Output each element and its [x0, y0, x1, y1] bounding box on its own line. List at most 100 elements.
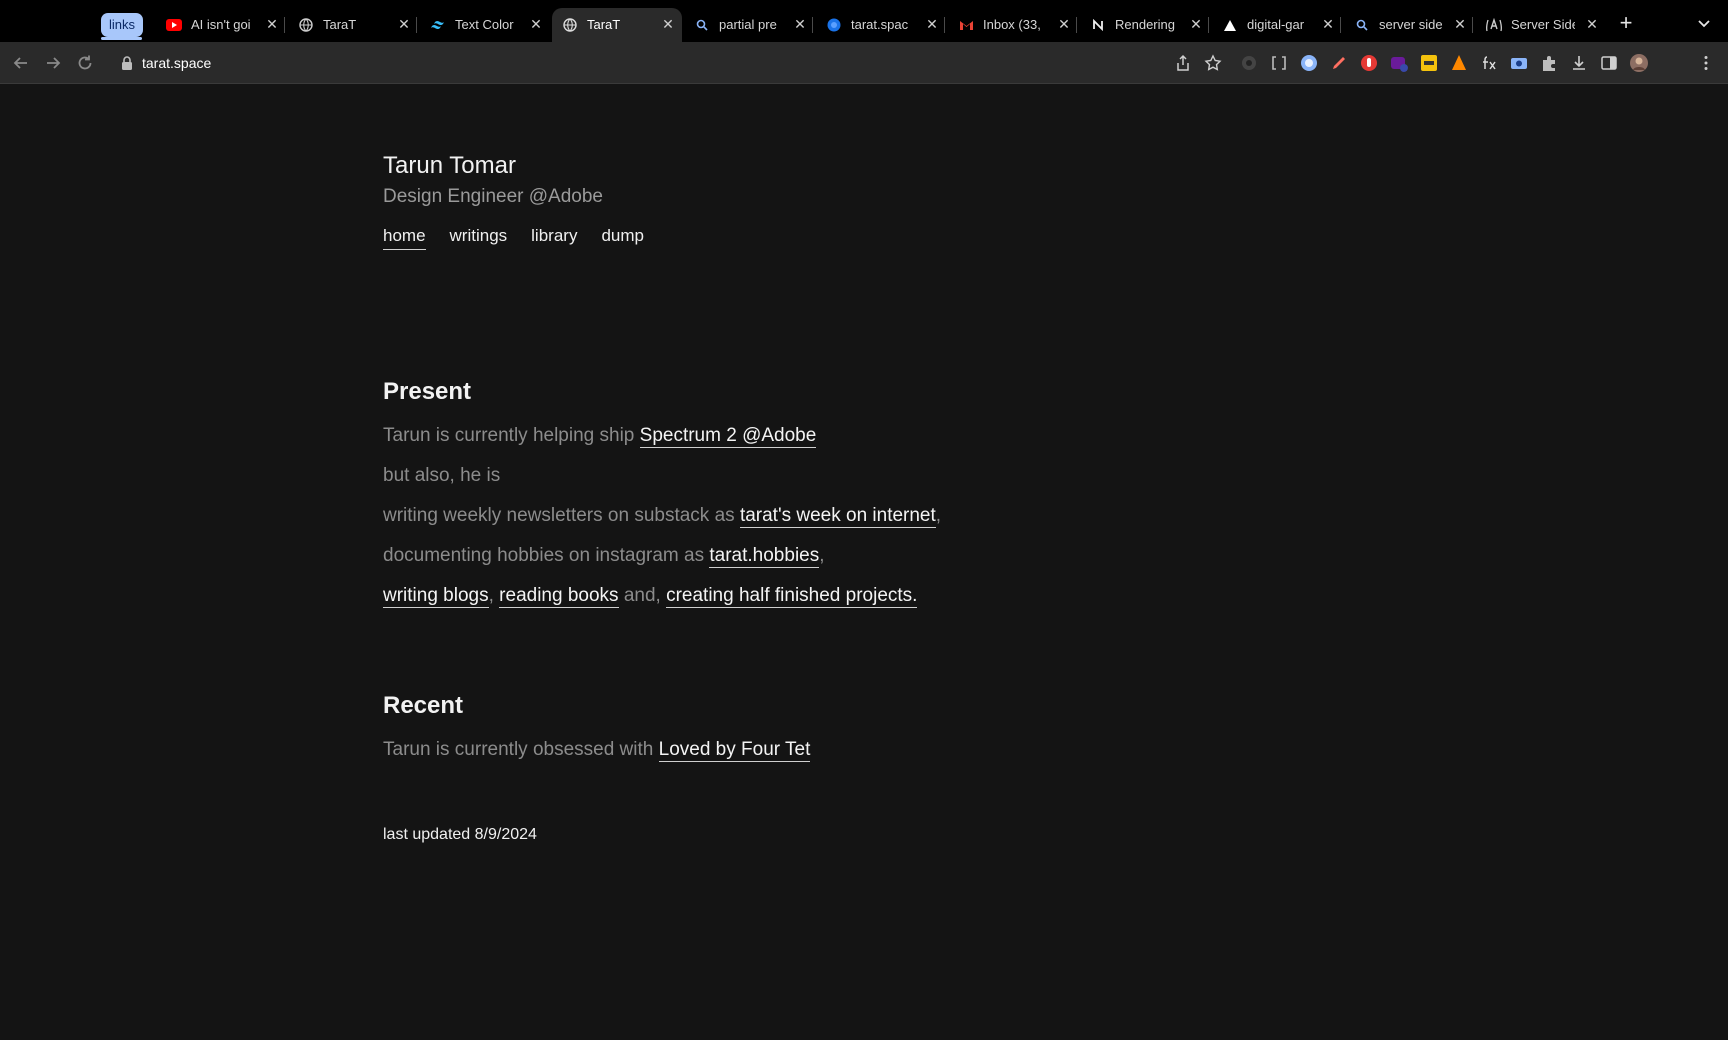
close-icon[interactable]: ✕: [1188, 16, 1204, 32]
nav-dump[interactable]: dump: [601, 226, 644, 250]
reload-icon[interactable]: [74, 52, 96, 74]
tab-title: Rendering: [1115, 17, 1175, 32]
globe-icon: [562, 17, 578, 33]
tab-title: TaraT: [587, 17, 621, 32]
tab-title: digital-gar: [1247, 17, 1305, 32]
astro-icon: [1486, 17, 1502, 33]
share-icon[interactable]: [1174, 54, 1192, 72]
present-line: but also, he is: [383, 465, 501, 486]
web-page: Tarun Tomar Design Engineer @Adobe home …: [0, 84, 1728, 1040]
nav-writings[interactable]: writings: [450, 226, 508, 250]
tab-server-side-astro[interactable]: Server Side ✕: [1476, 8, 1606, 42]
extension-dark-icon[interactable]: [1240, 54, 1258, 72]
browser-toolbar: tarat.space: [0, 42, 1728, 84]
vercel-icon: [1222, 17, 1238, 33]
globe-icon: [298, 17, 314, 33]
newsletter-link[interactable]: tarat's week on internet: [739, 505, 936, 528]
present-heading: Present: [383, 378, 472, 405]
extension-camera-icon[interactable]: [1510, 54, 1528, 72]
address-bar[interactable]: tarat.space: [112, 47, 1212, 79]
close-icon[interactable]: ✕: [1320, 16, 1336, 32]
tab-separator: [812, 17, 813, 33]
close-icon[interactable]: ✕: [1584, 16, 1600, 32]
close-icon[interactable]: ✕: [264, 16, 280, 32]
present-line: documenting hobbies on instagram as tara…: [383, 545, 825, 568]
present-line: writing blogs, reading books and, creati…: [383, 585, 918, 608]
site-nav: home writings library dump: [383, 226, 1183, 250]
lock-icon[interactable]: [121, 56, 133, 70]
new-tab-plus-icon[interactable]: +: [1616, 12, 1636, 36]
close-icon[interactable]: ✕: [1056, 16, 1072, 32]
tab-rendering[interactable]: Rendering ✕: [1080, 8, 1210, 42]
instagram-link[interactable]: tarat.hobbies: [709, 545, 820, 568]
notion-icon: [1090, 17, 1106, 33]
forward-arrow-icon[interactable]: [42, 52, 64, 74]
url-text[interactable]: tarat.space: [142, 55, 211, 71]
youtube-icon: [166, 17, 182, 33]
extension-pen-icon[interactable]: [1330, 54, 1348, 72]
tab-separator: [1340, 17, 1341, 33]
close-icon[interactable]: ✕: [924, 16, 940, 32]
tab-partial-pre[interactable]: partial pre ✕: [684, 8, 814, 42]
extensions-puzzle-icon[interactable]: [1540, 54, 1558, 72]
tab-youtube[interactable]: AI isn't goi ✕: [156, 8, 286, 42]
profile-avatar[interactable]: [1630, 54, 1648, 72]
tab-strip: links AI isn't goi ✕ TaraT ✕ Text Color …: [0, 0, 1728, 42]
tab-tarat-space[interactable]: tarat.spac ✕: [816, 8, 946, 42]
extension-badge-icon[interactable]: [1390, 54, 1408, 72]
side-panel-icon[interactable]: [1600, 54, 1618, 72]
download-icon[interactable]: [1570, 54, 1588, 72]
tab-separator: [1472, 17, 1473, 33]
site-icon: [826, 17, 842, 33]
extension-vlc-icon[interactable]: [1450, 54, 1468, 72]
bookmark-star-icon[interactable]: [1204, 54, 1222, 72]
tab-digital-garden[interactable]: digital-gar ✕: [1212, 8, 1342, 42]
close-icon[interactable]: ✕: [528, 16, 544, 32]
search-icon: [694, 17, 710, 33]
tab-title: Text Color: [455, 17, 514, 32]
nav-home[interactable]: home: [383, 226, 426, 250]
tab-title: Server Side: [1511, 17, 1575, 32]
present-text: writing weekly newsletters on substack a…: [383, 505, 740, 526]
tab-text-color[interactable]: Text Color ✕: [420, 8, 550, 42]
back-arrow-icon[interactable]: [10, 52, 32, 74]
tab-separator: [284, 17, 285, 33]
blogs-link[interactable]: writing blogs: [383, 585, 489, 608]
nav-library[interactable]: library: [531, 226, 577, 250]
tab-server-side-search[interactable]: server side ✕: [1344, 8, 1474, 42]
close-icon[interactable]: ✕: [1452, 16, 1468, 32]
tagline: Design Engineer @Adobe: [383, 186, 603, 207]
present-line: writing weekly newsletters on substack a…: [383, 505, 942, 528]
extension-yellow-icon[interactable]: [1420, 54, 1438, 72]
books-link[interactable]: reading books: [499, 585, 619, 608]
extension-bracket-icon[interactable]: [1270, 54, 1288, 72]
close-icon[interactable]: ✕: [396, 16, 412, 32]
tab-title: server side: [1379, 17, 1443, 32]
tab-title: AI isn't goi: [191, 17, 251, 32]
tab-group-chip[interactable]: links: [101, 13, 144, 37]
tab-tarat[interactable]: TaraT ✕: [288, 8, 418, 42]
tab-title: TaraT: [323, 17, 357, 32]
extension-blue-icon[interactable]: [1300, 54, 1318, 72]
spectrum-link[interactable]: Spectrum 2 @Adobe: [639, 425, 817, 448]
tab-separator: [1208, 17, 1209, 33]
search-icon: [1354, 17, 1370, 33]
tab-gmail[interactable]: Inbox (33, ✕: [948, 8, 1078, 42]
close-icon[interactable]: ✕: [660, 16, 676, 32]
recent-heading: Recent: [383, 692, 464, 719]
extension-red-hand-icon[interactable]: [1360, 54, 1378, 72]
projects-link[interactable]: creating half finished projects.: [666, 585, 918, 608]
recent-text: Tarun is currently obsessed with: [383, 739, 659, 760]
four-tet-link[interactable]: Loved by Four Tet: [658, 739, 811, 762]
site-owner-name: Tarun Tomar: [383, 152, 516, 179]
tab-separator: [1076, 17, 1077, 33]
tab-separator: [416, 17, 417, 33]
chevron-down-icon[interactable]: [1695, 14, 1713, 32]
tab-title: tarat.spac: [851, 17, 909, 32]
kebab-menu-icon[interactable]: [1697, 54, 1715, 72]
tab-tarat-active[interactable]: TaraT ✕: [552, 8, 682, 42]
close-icon[interactable]: ✕: [792, 16, 808, 32]
recent-line: Tarun is currently obsessed with Loved b…: [383, 730, 1183, 770]
tab-title: partial pre: [719, 17, 777, 32]
extension-fx-icon[interactable]: [1480, 54, 1498, 72]
